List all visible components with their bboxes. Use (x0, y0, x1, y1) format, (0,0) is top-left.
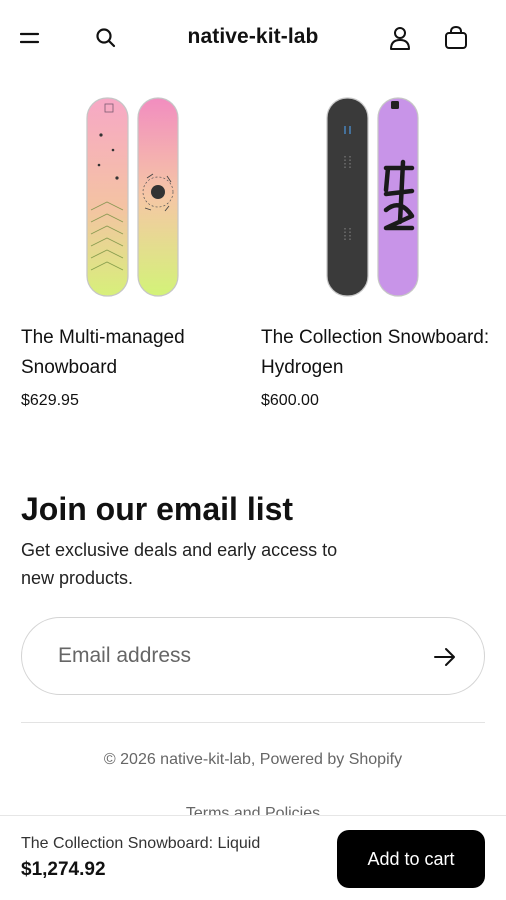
site-header: native-kit-lab (0, 0, 506, 76)
email-input[interactable] (58, 636, 408, 676)
product-card: The Multi-managed Snowboard $629.95 (21, 90, 251, 411)
arrow-right-icon (434, 648, 455, 666)
store-name[interactable]: native-kit-lab (0, 25, 506, 49)
cart-button[interactable] (440, 22, 472, 54)
product-card: The Collection Snowboard: Hydrogen $600.… (261, 90, 491, 411)
account-button[interactable] (384, 22, 416, 54)
account-icon (390, 27, 410, 50)
sticky-add-to-cart-bar: The Collection Snowboard: Liquid $1,274.… (0, 815, 506, 900)
snowboard-image (326, 97, 419, 297)
add-to-cart-button[interactable]: Add to cart (337, 830, 485, 888)
email-form (21, 617, 485, 695)
footer-divider (21, 722, 485, 723)
sticky-product-price: $1,274.92 (21, 859, 106, 880)
newsletter-submit-button[interactable] (430, 642, 460, 672)
product-price: $629.95 (21, 392, 79, 409)
product-title[interactable]: The Multi-managed Snowboard (21, 323, 251, 383)
product-image[interactable] (261, 90, 491, 302)
newsletter-title: Join our email list (21, 491, 294, 527)
newsletter-section: Join our email list Get exclusive deals … (21, 490, 485, 592)
snowboard-image (86, 97, 179, 297)
product-image[interactable] (21, 90, 251, 302)
sticky-product-name: The Collection Snowboard: Liquid (21, 835, 261, 852)
cart-icon (445, 25, 467, 49)
newsletter-description: Get exclusive deals and early access to … (21, 540, 338, 588)
copyright-text: © 2026 native-kit-lab, Powered by Shopif… (103, 751, 403, 768)
product-title[interactable]: The Collection Snowboard: Hydrogen (261, 323, 491, 383)
product-price: $600.00 (261, 392, 319, 409)
